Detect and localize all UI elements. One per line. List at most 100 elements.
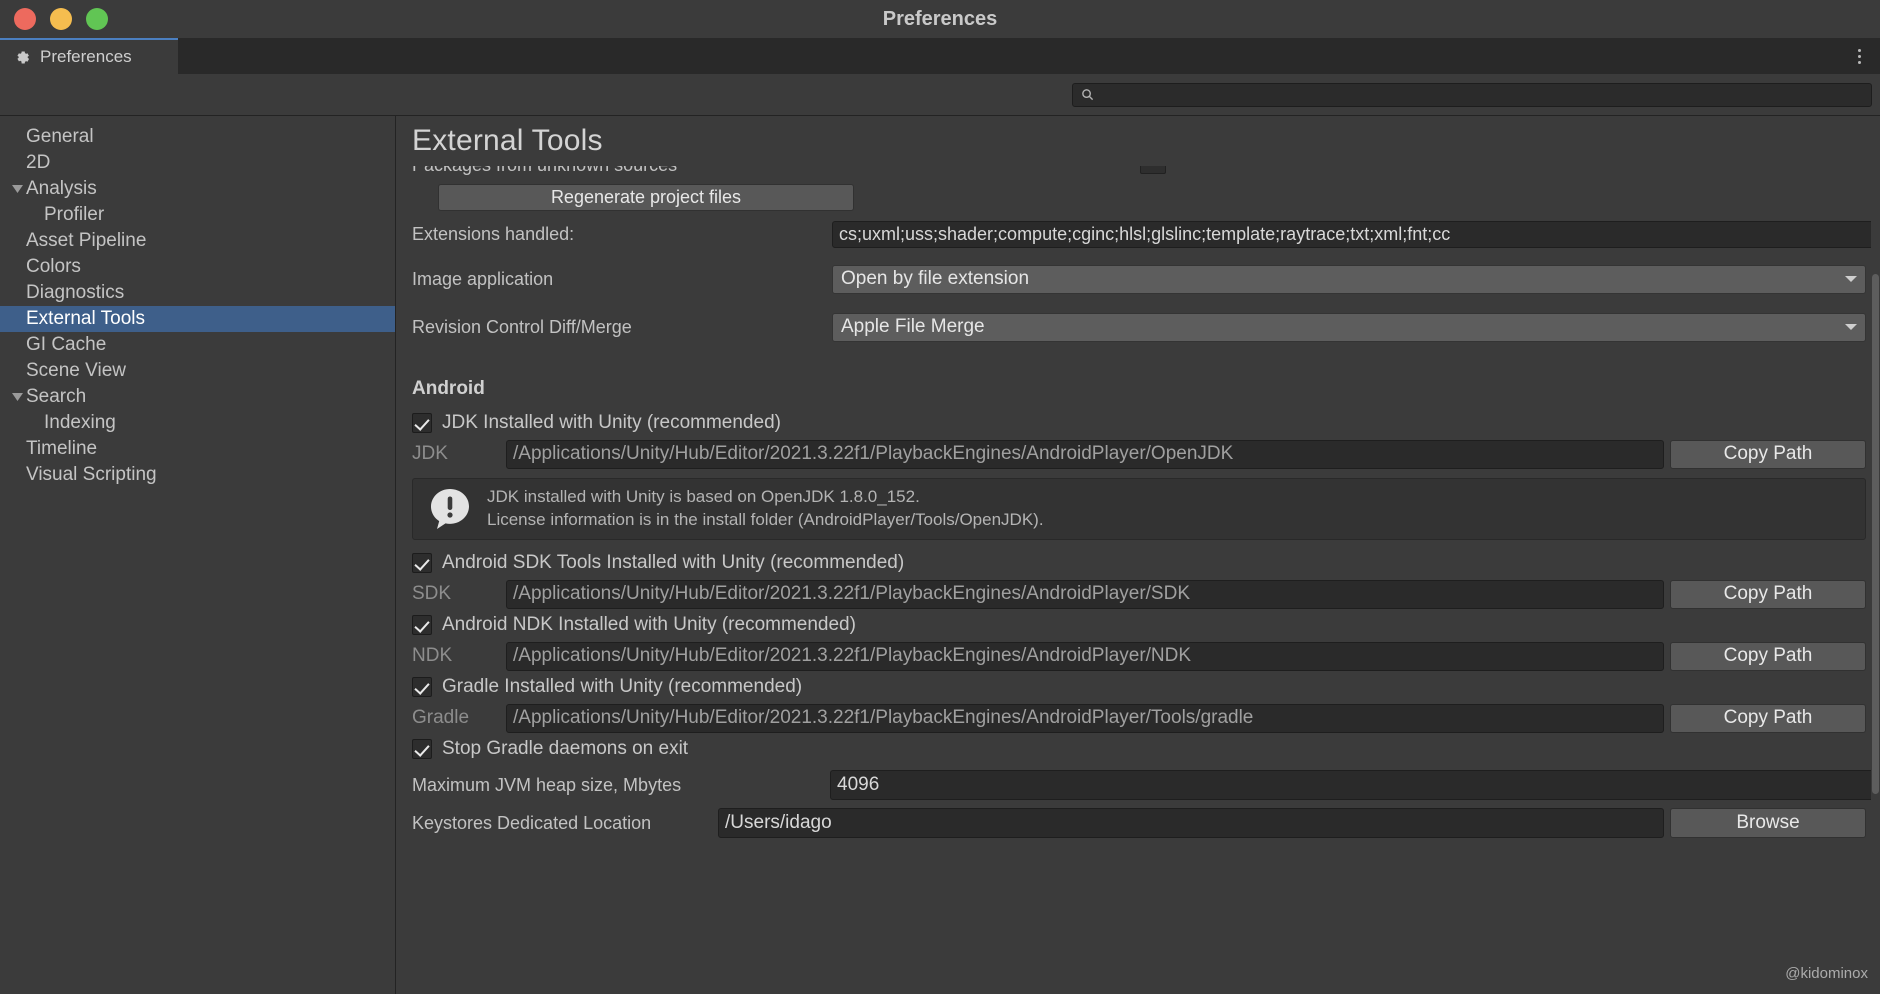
sdk-path-row: SDK /Applications/Unity/Hub/Editor/2021.… [412,578,1866,610]
sidebar-item-colors[interactable]: Colors [0,254,395,280]
gradle-path-label: Gradle [412,707,470,728]
ndk-installed-checkbox-row[interactable]: Android NDK Installed with Unity (recomm… [412,610,1866,640]
sidebar-item-label: Timeline [26,438,98,459]
revision-control-dropdown[interactable]: Apple File Merge [832,312,1866,342]
window-title: Preferences [882,7,998,30]
sidebar-item-label: Visual Scripting [26,464,157,485]
sidebar-item-general[interactable]: General [0,124,395,150]
tab-label: Preferences [40,47,132,66]
gradle-installed-label: Gradle Installed with Unity (recommended… [442,676,803,697]
sidebar-item-label: GI Cache [26,334,107,355]
ndk-copy-path-button[interactable]: Copy Path [1670,641,1866,671]
keystores-location-row: Keystores Dedicated Location /Users/idag… [412,806,1866,840]
sidebar-item-asset-pipeline[interactable]: Asset Pipeline [0,228,395,254]
sidebar-item-search[interactable]: Search [0,384,395,410]
jdk-installed-checkbox[interactable] [412,413,432,433]
sdk-path-input[interactable]: /Applications/Unity/Hub/Editor/2021.3.22… [506,579,1664,609]
tab-preferences[interactable]: Preferences [0,38,178,74]
sidebar-item-label: 2D [26,152,51,173]
settings-sidebar: General 2D Analysis Profiler Asset Pipel… [0,116,396,994]
extensions-handled-input[interactable]: cs;uxml;uss;shader;compute;cginc;hlsl;gl… [832,221,1880,248]
keystores-browse-button[interactable]: Browse [1670,808,1866,838]
kebab-menu-icon[interactable] [1848,38,1870,74]
scrollbar-thumb[interactable] [1872,274,1879,794]
sidebar-item-label: Diagnostics [26,282,125,303]
revision-control-value: Apple File Merge [841,316,985,337]
kebab-dot [1857,48,1861,52]
chevron-down-icon[interactable] [8,184,26,194]
stop-gradle-daemons-checkbox-row[interactable]: Stop Gradle daemons on exit [412,734,1866,764]
image-application-row: Image application Open by file extension [412,262,1866,296]
sidebar-item-label: Indexing [44,412,116,433]
sdk-installed-checkbox-row[interactable]: Android SDK Tools Installed with Unity (… [412,548,1866,578]
search-input[interactable] [1100,87,1863,102]
image-application-dropdown[interactable]: Open by file extension [832,264,1866,294]
info-bubble-icon [427,486,473,532]
maximize-button[interactable] [86,8,108,30]
stop-gradle-daemons-label: Stop Gradle daemons on exit [442,738,689,759]
sidebar-item-2d[interactable]: 2D [0,150,395,176]
vertical-scrollbar[interactable] [1871,156,1880,994]
jvm-heap-label: Maximum JVM heap size, Mbytes [412,774,682,795]
regenerate-project-files-button[interactable]: Regenerate project files [438,184,854,211]
scroll-up-icon[interactable] [1872,158,1879,165]
minimize-button[interactable] [50,8,72,30]
page-title: External Tools [412,124,603,157]
gradle-copy-path-button[interactable]: Copy Path [1670,703,1866,733]
image-application-value: Open by file extension [841,268,1030,289]
jdk-copy-path-button[interactable]: Copy Path [1670,439,1866,469]
kebab-dot [1857,54,1861,58]
sidebar-item-external-tools[interactable]: External Tools [0,306,395,332]
jvm-heap-row: Maximum JVM heap size, Mbytes 4096 [412,768,1880,802]
ndk-path-label: NDK [412,645,453,666]
gradle-path-row: Gradle /Applications/Unity/Hub/Editor/20… [412,702,1866,734]
packages-unknown-sources-row[interactable]: Packages from unknown sources [412,166,1866,180]
jdk-installed-label: JDK Installed with Unity (recommended) [442,412,781,433]
jdk-path-row: JDK /Applications/Unity/Hub/Editor/2021.… [412,438,1866,470]
sdk-path-label: SDK [412,583,452,604]
extensions-handled-label: Extensions handled: [412,224,575,244]
gradle-installed-checkbox-row[interactable]: Gradle Installed with Unity (recommended… [412,672,1866,702]
stop-gradle-daemons-checkbox[interactable] [412,739,432,759]
jdk-path-input[interactable]: /Applications/Unity/Hub/Editor/2021.3.22… [506,439,1664,469]
gear-icon [14,49,31,66]
sidebar-item-scene-view[interactable]: Scene View [0,358,395,384]
gradle-installed-checkbox[interactable] [412,677,432,697]
jvm-heap-input[interactable]: 4096 [830,770,1880,800]
sidebar-item-gi-cache[interactable]: GI Cache [0,332,395,358]
jdk-path-label: JDK [412,443,448,464]
settings-scroll-area[interactable]: Packages from unknown sources Regenerate… [396,164,1880,994]
sdk-copy-path-button[interactable]: Copy Path [1670,579,1866,609]
sidebar-item-indexing[interactable]: Indexing [0,410,395,436]
sidebar-item-label: Asset Pipeline [26,230,147,251]
revision-control-row: Revision Control Diff/Merge Apple File M… [412,310,1866,344]
sidebar-item-diagnostics[interactable]: Diagnostics [0,280,395,306]
jdk-info-box: JDK installed with Unity is based on Ope… [412,478,1866,540]
traffic-lights [14,8,108,30]
keystores-location-input[interactable]: /Users/idago [718,808,1664,838]
sidebar-item-visual-scripting[interactable]: Visual Scripting [0,462,395,488]
image-application-label: Image application [412,268,554,289]
ndk-path-input[interactable]: /Applications/Unity/Hub/Editor/2021.3.22… [506,641,1664,671]
jdk-info-line1: JDK installed with Unity is based on Ope… [487,487,920,507]
sidebar-item-label: Search [26,386,87,407]
search-bar [0,74,1880,116]
chevron-down-icon[interactable] [8,392,26,402]
scroll-down-icon[interactable] [1872,985,1879,992]
jdk-info-line2: License information is in the install fo… [487,510,1044,529]
sidebar-item-profiler[interactable]: Profiler [0,202,395,228]
sidebar-item-label: Profiler [44,204,105,225]
sidebar-item-analysis[interactable]: Analysis [0,176,395,202]
jdk-installed-checkbox-row[interactable]: JDK Installed with Unity (recommended) [412,408,1866,438]
sidebar-item-timeline[interactable]: Timeline [0,436,395,462]
gradle-path-input[interactable]: /Applications/Unity/Hub/Editor/2021.3.22… [506,703,1664,733]
search-field[interactable] [1072,82,1872,107]
sdk-installed-checkbox[interactable] [412,553,432,573]
sidebar-item-label: Scene View [26,360,126,381]
ndk-installed-label: Android NDK Installed with Unity (recomm… [442,614,856,635]
ndk-installed-checkbox[interactable] [412,615,432,635]
packages-unknown-sources-toggle[interactable] [1140,166,1166,174]
android-section-heading: Android [412,378,485,399]
close-button[interactable] [14,8,36,30]
sidebar-item-label: Colors [26,256,81,277]
